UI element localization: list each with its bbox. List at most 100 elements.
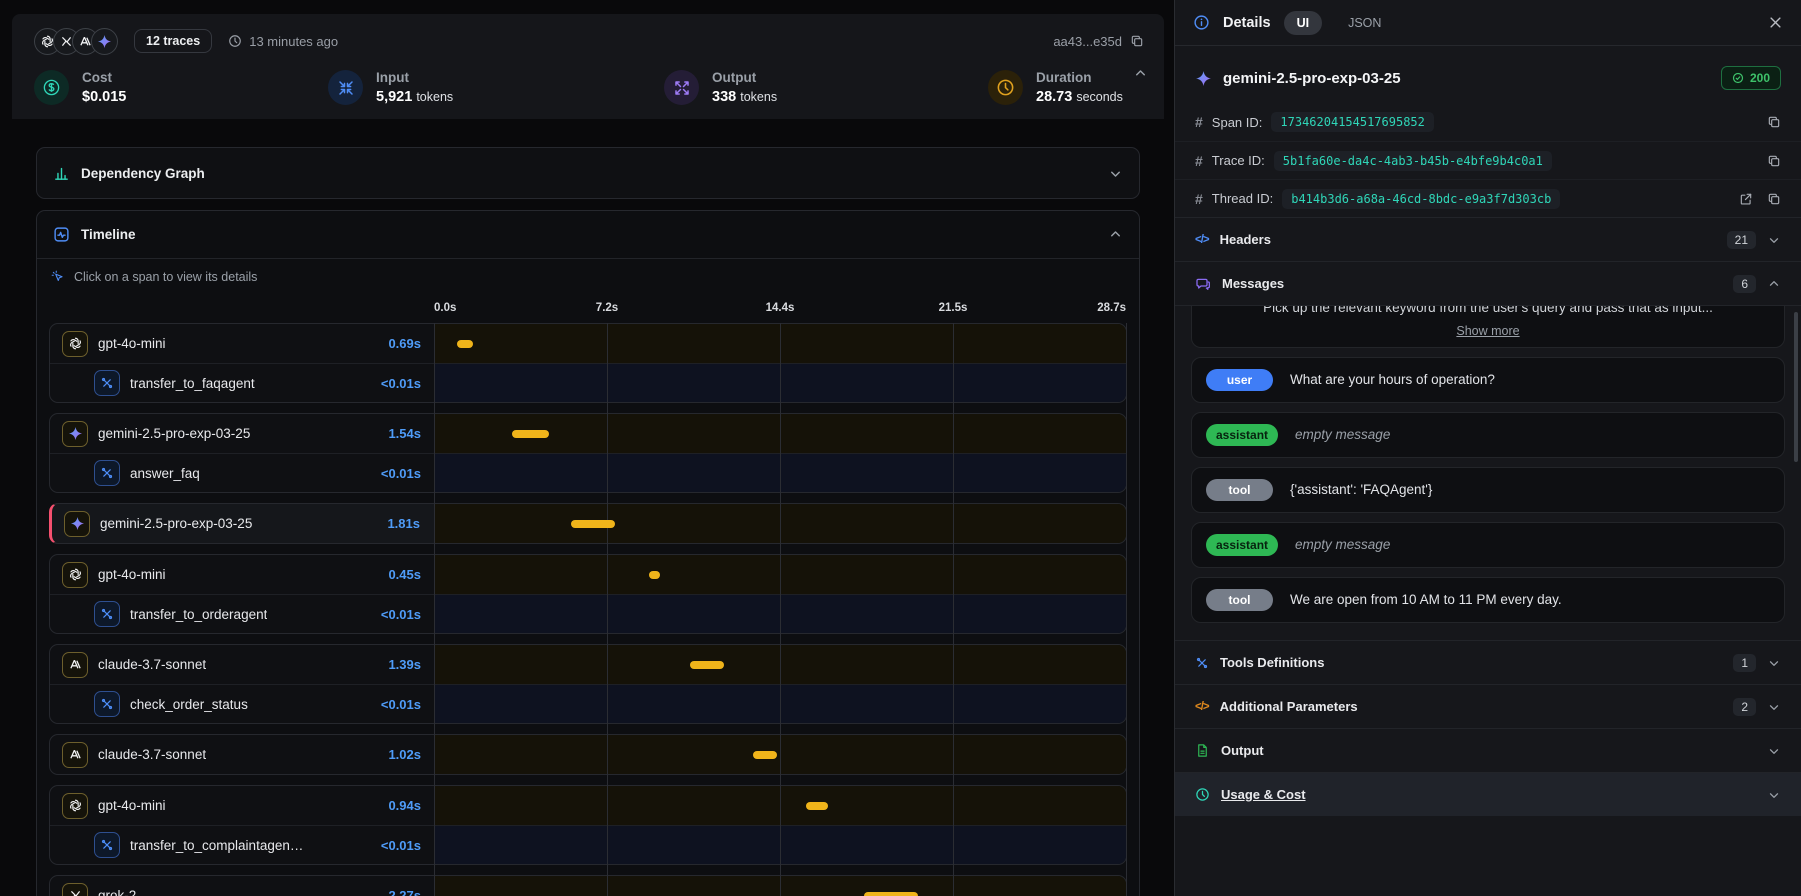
copy-icon[interactable] [1767,154,1781,168]
timeline-bar[interactable] [753,751,778,759]
clock-icon-teal [1195,787,1210,802]
close-icon[interactable] [1768,15,1783,30]
section-label: Tools Definitions [1220,655,1324,670]
arrows-in-icon [328,70,363,105]
openai-icon [68,336,83,351]
chevron-down-icon[interactable] [1767,656,1781,670]
timeline-row[interactable]: grok-22.27s [50,876,1126,896]
timeline-track [435,685,1126,723]
timeline-track [435,876,1126,896]
timeline-bar[interactable] [806,802,829,810]
timeline-bar[interactable] [690,661,723,669]
message-card-clipped[interactable]: Pick up the relevant keyword from the us… [1191,306,1785,348]
timeline-bar[interactable] [649,571,660,579]
clock-icon [228,34,242,48]
timeline-bar[interactable] [457,340,474,348]
section-headers[interactable]: </> Headers 21 [1175,217,1801,261]
axis-tick: 7.2s [596,302,618,314]
chevron-down-icon[interactable] [1767,700,1781,714]
section-tools-definitions[interactable]: Tools Definitions1 [1175,640,1801,684]
dependency-graph-header[interactable]: Dependency Graph [36,147,1140,199]
tools-icon [94,691,120,717]
span-duration: 1.02s [388,747,421,762]
tab-ui[interactable]: UI [1284,11,1323,35]
span-name: gemini-2.5-pro-exp-03-25 [100,516,252,531]
timeline-row[interactable]: answer_faq<0.01s [50,453,1126,492]
copy-icon[interactable] [1130,34,1144,48]
show-more-link[interactable]: Show more [1206,324,1770,338]
timeline-row[interactable]: transfer_to_orderagent <0.01s [50,594,1126,633]
messages-body: Pick up the relevant keyword from the us… [1175,305,1801,640]
chat-icon [1195,276,1211,292]
timeline-row[interactable]: gemini-2.5-pro-exp-03-251.54s [50,414,1126,453]
section-label: Additional Parameters [1220,699,1358,714]
span-model-name: gemini-2.5-pro-exp-03-25 [1223,70,1401,87]
timeline-row[interactable]: gpt-4o-mini0.94s [50,786,1126,825]
message-card[interactable]: tool{'assistant': 'FAQAgent'} [1191,467,1785,513]
section-usage-cost[interactable]: Usage & Cost [1175,772,1801,816]
timeline-bar[interactable] [571,520,615,528]
timeline-header[interactable]: Timeline [37,211,1139,259]
chevron-down-icon[interactable] [1108,166,1123,181]
messages-list: userWhat are your hours of operation? ass… [1175,357,1801,623]
span-duration: 1.81s [387,516,420,531]
id-value[interactable]: 17346204154517695852 [1271,112,1434,132]
message-card[interactable]: assistantempty message [1191,522,1785,568]
timeline-row[interactable]: transfer_to_complaintagen…<0.01s [50,825,1126,864]
span-name: transfer_to_orderagent [130,607,267,622]
timeline-track [435,826,1126,864]
hash-icon: # [1195,114,1203,130]
details-drawer: Details UI JSON gemini-2.5-pro-exp-03-25… [1174,0,1801,896]
tools-icon [94,832,120,858]
chevron-up-icon[interactable] [1767,277,1781,291]
timeline-span-group: claude-3.7-sonnet1.02s [49,734,1127,775]
dollar-icon [34,70,69,105]
id-rows: #Span ID:17346204154517695852#Trace ID:5… [1175,103,1801,217]
timeline-row[interactable]: gemini-2.5-pro-exp-03-25 1.81s [52,504,1126,543]
tools-icon [94,601,120,627]
timeline-row[interactable]: check_order_status<0.01s [50,684,1126,723]
timeline-row[interactable]: claude-3.7-sonnet1.02s [50,735,1126,774]
trace-timestamp: 13 minutes ago [228,34,338,49]
timeline-row[interactable]: claude-3.7-sonnet1.39s [50,645,1126,684]
gemini-icon [62,421,88,447]
chevron-up-icon[interactable] [1133,66,1148,81]
copy-icon[interactable] [1767,192,1781,206]
message-card[interactable]: toolWe are open from 10 AM to 11 PM ever… [1191,577,1785,623]
scrollbar-thumb[interactable] [1794,312,1798,462]
section-additional-parameters[interactable]: </>Additional Parameters2 [1175,684,1801,728]
message-text: {'assistant': 'FAQAgent'} [1290,482,1432,497]
section-output[interactable]: Output [1175,728,1801,772]
id-value[interactable]: b414b3d6-a68a-46cd-8bdc-e9a3f7d303cb [1282,189,1560,209]
trace-panel: 12 traces 13 minutes ago aa43...e35d Cos… [12,14,1164,896]
chevron-up-icon[interactable] [1108,227,1123,242]
gemini-icon [70,516,85,531]
timeline-bar[interactable] [512,430,549,438]
section-title: Dependency Graph [81,166,205,181]
external-link-icon[interactable] [1739,192,1753,206]
section-messages[interactable]: Messages 6 [1175,261,1801,305]
message-card[interactable]: userWhat are your hours of operation? [1191,357,1785,403]
openai-icon [62,793,88,819]
timeline-span-group: grok-22.27s [49,875,1127,896]
openai-icon [68,567,83,582]
span-duration: <0.01s [381,607,421,622]
span-duration: <0.01s [381,466,421,481]
timeline-bar[interactable] [864,892,919,896]
chevron-down-icon[interactable] [1767,788,1781,802]
message-card[interactable]: assistantempty message [1191,412,1785,458]
span-duration: <0.01s [381,697,421,712]
copy-icon[interactable] [1767,115,1781,129]
role-badge: assistant [1206,424,1278,446]
tab-json[interactable]: JSON [1335,11,1394,35]
id-value[interactable]: 5b1fa60e-da4c-4ab3-b45b-e4bfe9b4c0a1 [1274,151,1552,171]
anthropic-icon [62,652,88,678]
timeline-row[interactable]: transfer_to_faqagent<0.01s [50,363,1126,402]
timeline-row[interactable]: gpt-4o-mini0.69s [50,324,1126,363]
tools-icon [1195,656,1209,670]
chevron-down-icon[interactable] [1767,744,1781,758]
chevron-down-icon[interactable] [1767,233,1781,247]
trace-id-short[interactable]: aa43...e35d [1053,34,1144,49]
timeline-row[interactable]: gpt-4o-mini0.45s [50,555,1126,594]
span-name: grok-2 [98,888,136,896]
